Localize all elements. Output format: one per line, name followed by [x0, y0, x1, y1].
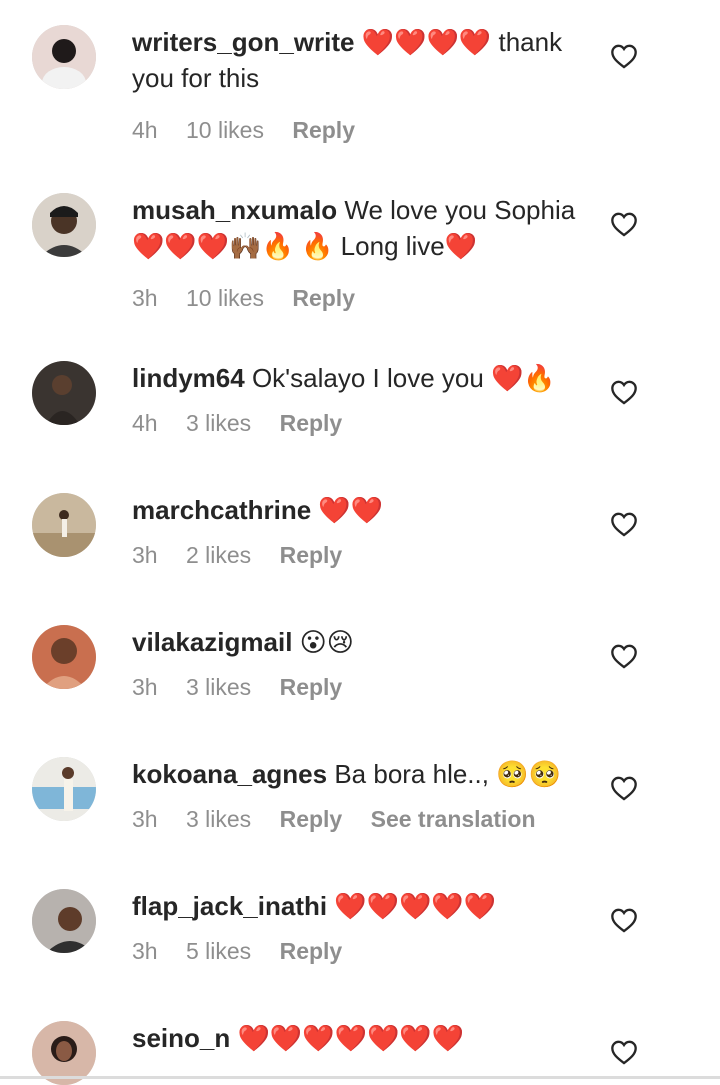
see-translation-button[interactable]: See translation — [371, 806, 536, 832]
comment-time: 3h — [132, 285, 158, 311]
avatar[interactable] — [32, 25, 96, 89]
like-heart-icon[interactable] — [610, 211, 638, 239]
comment-text: 😮😢 — [299, 627, 354, 657]
comment-text: ❤️❤️ — [318, 495, 384, 525]
comment-time: 3h — [132, 674, 158, 700]
comment-time: 4h — [132, 410, 158, 436]
reply-button[interactable]: Reply — [280, 542, 343, 568]
avatar[interactable] — [32, 757, 96, 821]
comment-likes[interactable]: 3 likes — [186, 410, 251, 436]
like-heart-icon[interactable] — [610, 379, 638, 407]
avatar[interactable] — [32, 493, 96, 557]
comment-likes[interactable]: 2 likes — [186, 542, 251, 568]
comment-username[interactable]: flap_jack_inathi — [132, 891, 327, 921]
like-heart-icon[interactable] — [610, 511, 638, 539]
avatar[interactable] — [32, 361, 96, 425]
comment-text: Ba bora hle.., 🥺🥺 — [334, 759, 561, 789]
like-heart-icon[interactable] — [610, 43, 638, 71]
comment-username[interactable]: musah_nxumalo — [132, 195, 337, 225]
comment-username[interactable]: writers_gon_write — [132, 27, 355, 57]
comment-text: Ok'salayo I love you ❤️🔥 — [251, 363, 556, 393]
avatar[interactable] — [32, 193, 96, 257]
comment-time: 3h — [132, 938, 158, 964]
reply-button[interactable]: Reply — [280, 938, 343, 964]
reply-button[interactable]: Reply — [280, 410, 343, 436]
comment-likes[interactable]: 5 likes — [186, 938, 251, 964]
like-heart-icon[interactable] — [610, 907, 638, 935]
comment-likes[interactable]: 3 likes — [186, 806, 251, 832]
comment-likes[interactable]: 3 likes — [186, 674, 251, 700]
reply-button[interactable]: Reply — [280, 806, 343, 832]
like-heart-icon[interactable] — [610, 1039, 638, 1067]
comment-time: 3h — [132, 542, 158, 568]
comment-text: ❤️❤️❤️❤️❤️ — [334, 891, 497, 921]
avatar[interactable] — [32, 889, 96, 953]
reply-button[interactable]: Reply — [280, 674, 343, 700]
avatar[interactable] — [32, 625, 96, 689]
comment-username[interactable]: vilakazigmail — [132, 627, 292, 657]
like-heart-icon[interactable] — [610, 643, 638, 671]
comment-username[interactable]: kokoana_agnes — [132, 759, 327, 789]
comment-likes[interactable]: 10 likes — [186, 117, 264, 143]
reply-button[interactable]: Reply — [292, 285, 355, 311]
comment-username[interactable]: marchcathrine — [132, 495, 311, 525]
comment-time: 3h — [132, 806, 158, 832]
like-heart-icon[interactable] — [610, 775, 638, 803]
comment-username[interactable]: seino_n — [132, 1023, 230, 1053]
bottom-divider — [0, 1076, 720, 1079]
comment-list: writers_gon_write ❤️❤️❤️❤️ thank you for… — [0, 0, 720, 1085]
reply-button[interactable]: Reply — [292, 117, 355, 143]
comment-likes[interactable]: 10 likes — [186, 285, 264, 311]
comment-username[interactable]: lindym64 — [132, 363, 245, 393]
comment-text: ❤️❤️❤️❤️❤️❤️❤️ — [237, 1023, 465, 1053]
comment-time: 4h — [132, 117, 158, 143]
